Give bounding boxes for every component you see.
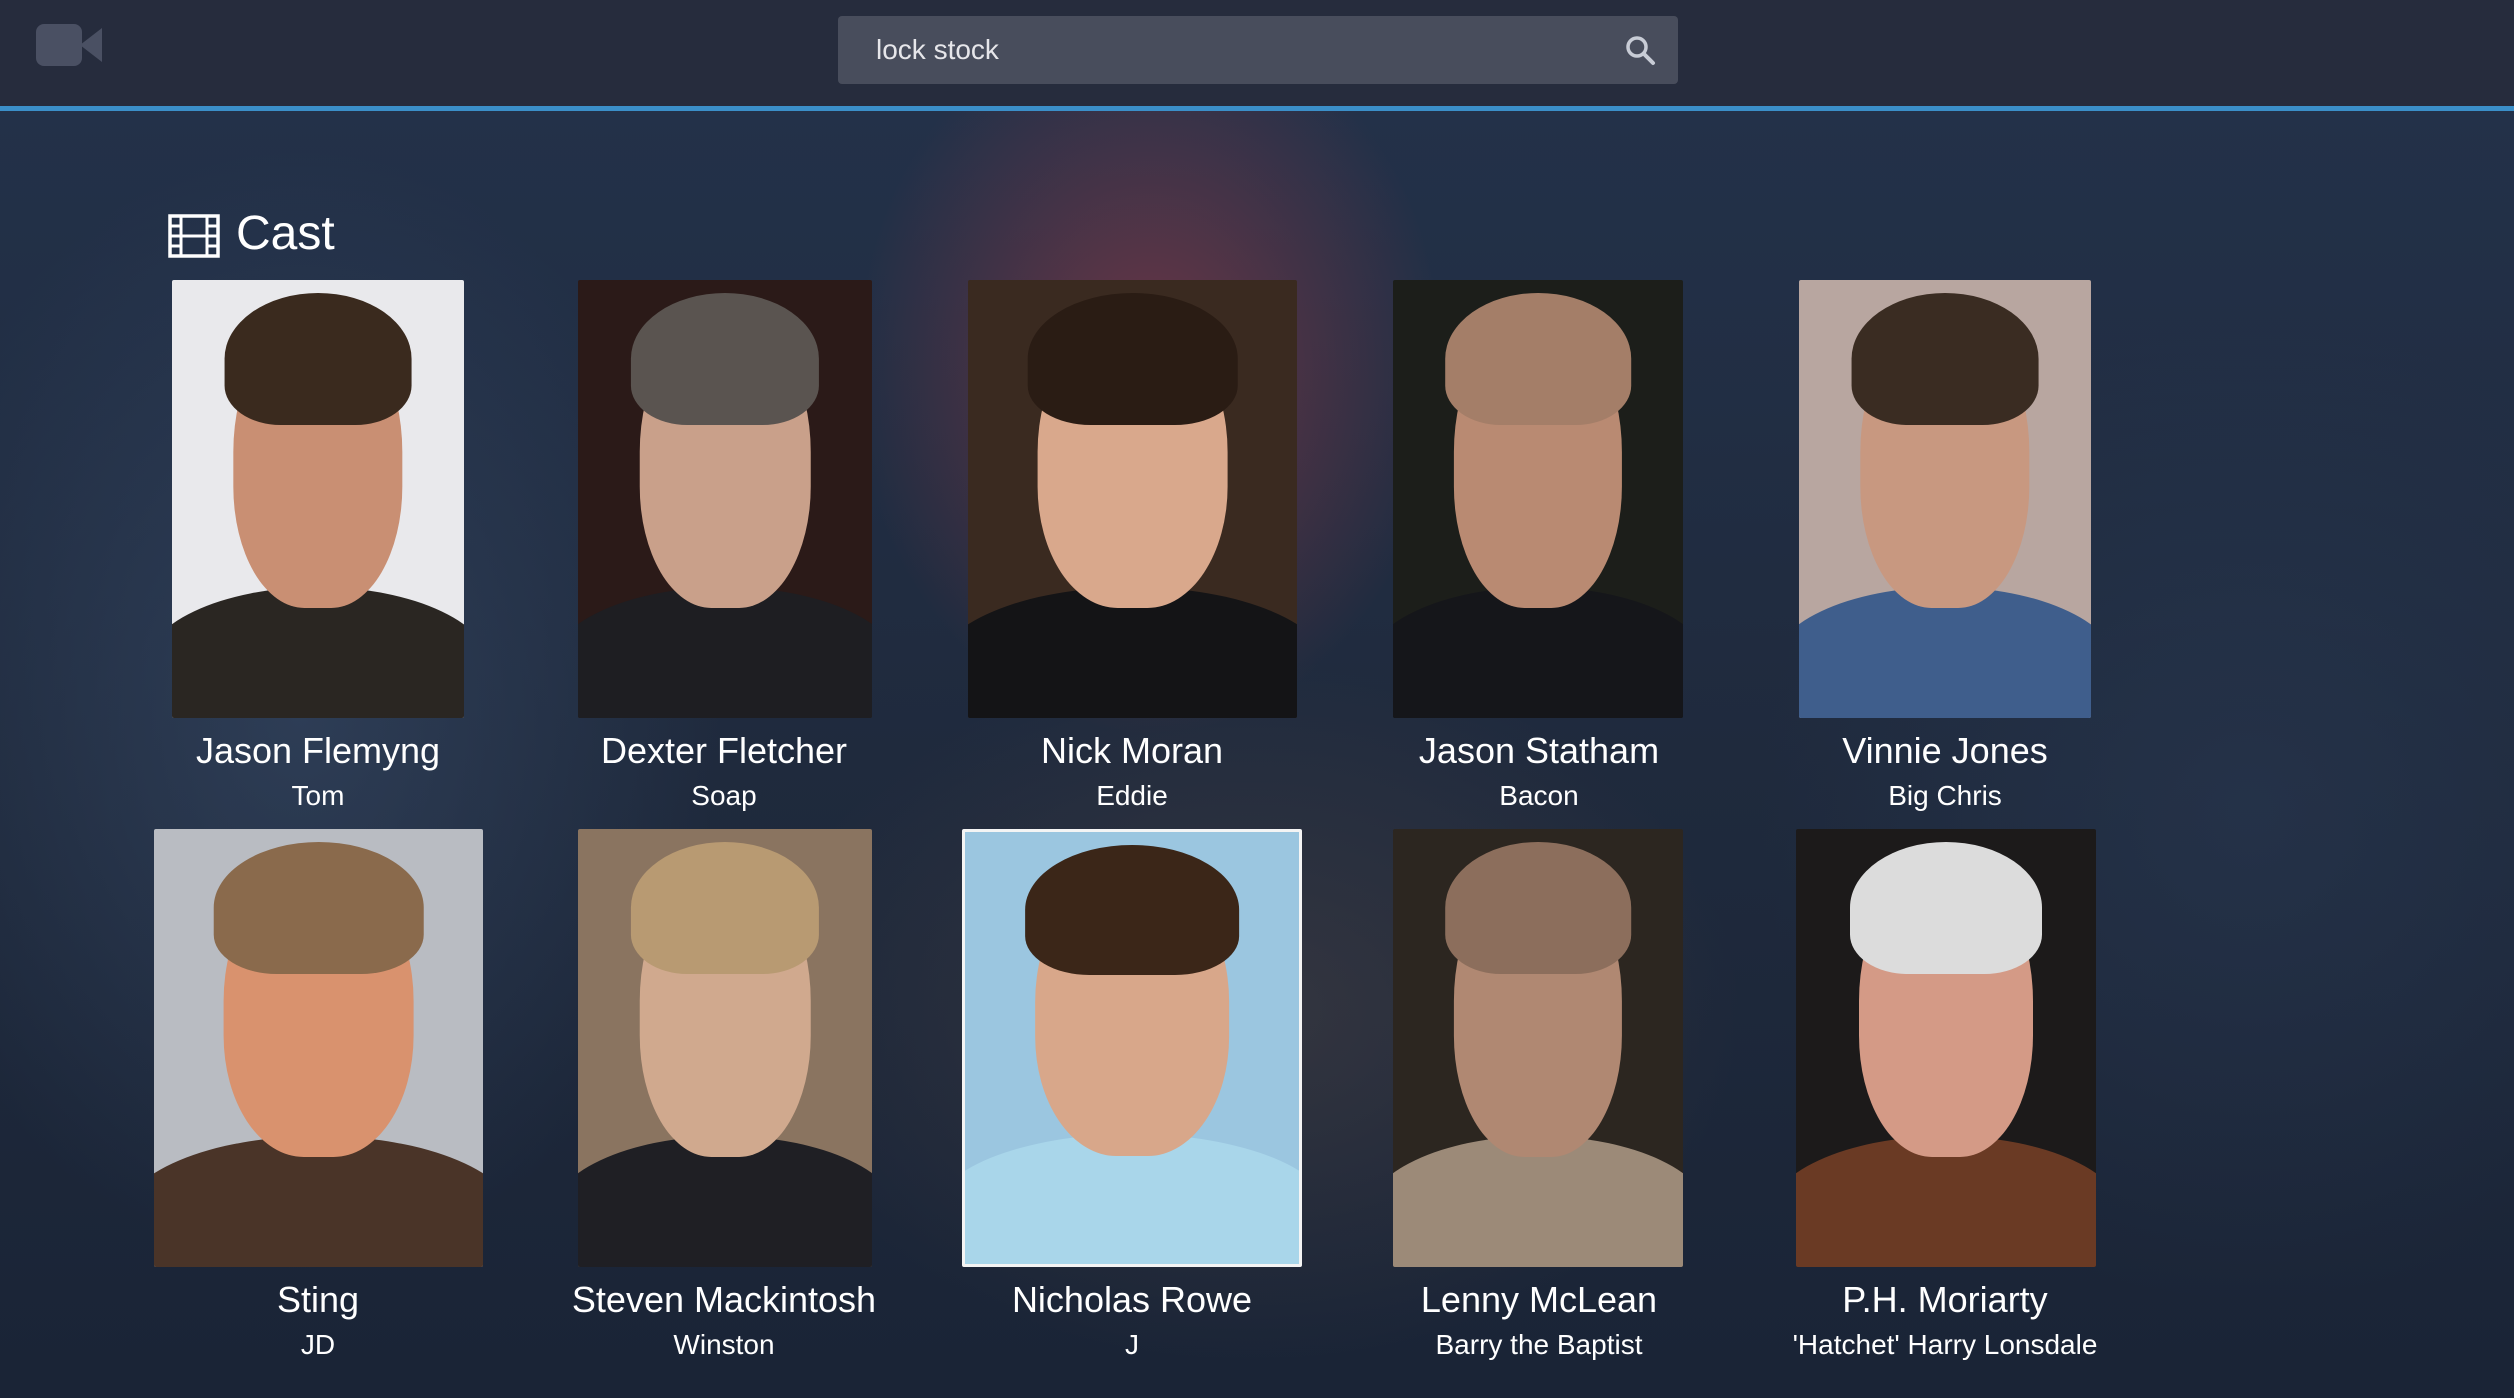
actor-name: Vinnie Jones <box>1842 730 2048 771</box>
actor-name: Nick Moran <box>1040 730 1224 771</box>
character-name: Eddie <box>1096 780 1168 811</box>
actor-photo[interactable] <box>1393 280 1683 718</box>
actor-name: Steven Mackintosh <box>571 1279 877 1320</box>
character-name: Barry the Baptist <box>1435 1329 1643 1360</box>
character-name: JD <box>300 1329 336 1360</box>
actor-photo[interactable] <box>154 829 483 1267</box>
character-name: Soap <box>691 780 757 811</box>
actor-name: Jason Statham <box>1418 730 1660 771</box>
actor-photo[interactable] <box>578 280 872 718</box>
character-name: Tom <box>291 780 345 811</box>
actor-photo[interactable] <box>962 829 1302 1267</box>
actor-name: Lenny McLean <box>1420 1279 1658 1320</box>
search-icon[interactable] <box>1624 34 1656 66</box>
actor-photo[interactable] <box>578 829 872 1267</box>
actor-photo[interactable] <box>968 280 1297 718</box>
video-camera-icon[interactable] <box>36 22 102 68</box>
actor-name: Nicholas Rowe <box>1011 1279 1253 1320</box>
character-name: Big Chris <box>1888 780 2002 811</box>
character-name: Bacon <box>1499 780 1579 811</box>
top-bar: lock stock <box>0 0 2514 106</box>
actor-name: Sting <box>276 1279 360 1320</box>
actor-name: Dexter Fletcher <box>600 730 848 771</box>
actor-photo[interactable] <box>1796 829 2096 1267</box>
actor-name: P.H. Moriarty <box>1842 1279 2048 1320</box>
film-icon <box>168 214 220 258</box>
search-input[interactable]: lock stock <box>876 16 1576 84</box>
character-name: Winston <box>673 1329 775 1360</box>
actor-photo[interactable] <box>1393 829 1683 1267</box>
actor-photo[interactable] <box>1799 280 2091 718</box>
actor-name: Jason Flemyng <box>195 730 441 771</box>
character-name: 'Hatchet' Harry Lonsdale <box>1792 1329 2098 1360</box>
character-name: J <box>1125 1329 1139 1360</box>
section-title: Cast <box>236 207 335 260</box>
actor-photo[interactable] <box>172 280 464 718</box>
search-bar[interactable]: lock stock <box>838 16 1678 84</box>
accent-divider <box>0 106 2514 111</box>
